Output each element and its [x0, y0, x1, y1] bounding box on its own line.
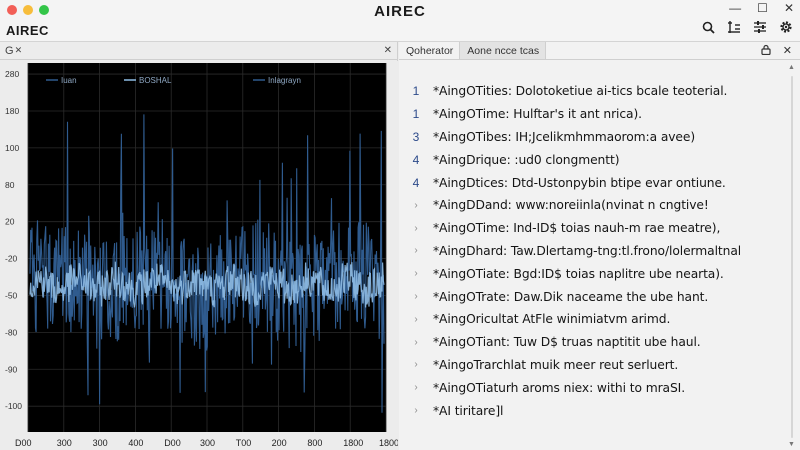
- y-tick-label: 80: [5, 180, 15, 190]
- plot-tab-bar: G ✕ ✕: [0, 42, 397, 60]
- scroll-down-icon[interactable]: ▼: [788, 441, 795, 448]
- log-row-text: *AingOricultat AtFle winimiatvm arimd.: [433, 312, 671, 327]
- log-row[interactable]: › *AingoTrarchlat muik meer reut serluert…: [399, 354, 784, 377]
- log-row[interactable]: › *AI tiritare]l: [399, 399, 784, 422]
- log-tab-bar: Qoherator Aone ncce tcas ✕: [399, 42, 800, 60]
- log-row-text: *AingDtices: Dtd-Ustonpybin btipe evar o…: [433, 175, 726, 190]
- log-row-text: *AingOTrate: Daw.Dik naceame the ube han…: [433, 289, 709, 304]
- expand-arrow-icon[interactable]: ›: [399, 200, 433, 211]
- log-row-number: 3: [412, 129, 420, 144]
- log-row[interactable]: › *AingDhard: Taw.Dlertamg-tng:tl.frono/l…: [399, 240, 784, 263]
- log-row-text: *AingOTime: Hulftar's it ant nrica).: [433, 107, 642, 122]
- log-row-text: *AingOTities: Dolotoketiue ai-tics bcale…: [433, 84, 728, 99]
- y-tick-label: -90: [5, 364, 18, 374]
- expand-arrow-icon[interactable]: ›: [399, 337, 433, 348]
- log-row[interactable]: 1 *AingOTities: Dolotoketiue ai-tics bcal…: [399, 80, 784, 103]
- lock-icon[interactable]: [761, 44, 771, 59]
- log-row[interactable]: 4 *AingDrique: :ud0 clongmentt): [399, 148, 784, 171]
- sliders-icon[interactable]: [752, 19, 768, 35]
- plot-area[interactable]: 280 180 100 80 20 -20 -50 -80 -90 -100 D00 300 300 40…: [0, 61, 398, 450]
- log-panel-close-icon[interactable]: ✕: [783, 44, 792, 59]
- plot-tab-close-icon[interactable]: ✕: [15, 45, 23, 56]
- log-row-number: 1: [412, 84, 420, 99]
- x-tick-label: 1800: [343, 438, 363, 448]
- close-icon[interactable]: ✕: [784, 1, 794, 15]
- log-row-number: 1: [412, 107, 420, 122]
- log-row[interactable]: › *AingOTrate: Daw.Dik naceame the ube ha…: [399, 285, 784, 308]
- plot-panel-close-icon[interactable]: ✕: [384, 45, 392, 56]
- log-list: 1 *AingOTities: Dolotoketiue ai-tics bcal…: [399, 80, 784, 422]
- log-row-text: *AingOTiate: Bgd:ID$ toias naplitre ube …: [433, 266, 724, 281]
- log-row[interactable]: 3 *AingOTibes: IH;Jcelikmhmmaorom:a avee): [399, 126, 784, 149]
- x-tick-label: 400: [128, 438, 143, 448]
- log-scrollbar[interactable]: ▲ ▼: [788, 62, 796, 448]
- expand-arrow-icon[interactable]: ›: [399, 245, 433, 256]
- log-row[interactable]: › *AingOTime: Ind-ID$ toias nauh-m rae me…: [399, 217, 784, 240]
- toolbar: [700, 19, 794, 35]
- app-name: AIREC: [6, 23, 49, 38]
- y-tick-label: 100: [5, 143, 19, 153]
- log-row-text: *AingOTime: Ind-ID$ toias nauh-m rae mea…: [433, 221, 721, 236]
- log-row[interactable]: 1 *AingOTime: Hulftar's it ant nrica).: [399, 103, 784, 126]
- log-row-text: *AI tiritare]l: [433, 403, 504, 418]
- log-row-text: *AingDDand: www:noreiinla(nvinat n cngti…: [433, 198, 709, 213]
- scroll-up-icon[interactable]: ▲: [788, 64, 795, 71]
- y-tick-label: 180: [5, 106, 19, 116]
- window-title: AIREC: [374, 3, 426, 20]
- log-panel: Qoherator Aone ncce tcas ✕ 1 *AingOTities…: [399, 42, 800, 450]
- y-tick-label: 20: [5, 217, 15, 227]
- expand-arrow-icon[interactable]: ›: [399, 291, 433, 302]
- y-tick-label: -80: [5, 327, 18, 337]
- y-tick-label: 280: [5, 69, 19, 79]
- log-row[interactable]: › *AingOricultat AtFle winimiatvm arimd.: [399, 308, 784, 331]
- log-row-number: 4: [412, 175, 420, 190]
- x-tick-label: 800: [307, 438, 322, 448]
- x-tick-label: 300: [200, 438, 215, 448]
- log-row-text: *AingDrique: :ud0 clongmentt): [433, 152, 620, 167]
- x-tick-label: D00: [164, 438, 181, 448]
- expand-arrow-icon[interactable]: ›: [399, 405, 433, 416]
- log-row-text: *AingOTiant: Tuw D$ truas naptitit ube h…: [433, 335, 701, 350]
- legend-label: Iuan: [61, 76, 77, 85]
- expand-arrow-icon[interactable]: ›: [399, 268, 433, 279]
- expand-arrow-icon[interactable]: ›: [399, 314, 433, 325]
- gear-icon[interactable]: [778, 19, 794, 35]
- log-row-text: *AingDhard: Taw.Dlertamg-tng:tl.frono/lo…: [433, 243, 742, 258]
- log-row-number: 4: [412, 152, 420, 167]
- x-tick-label: T00: [236, 438, 252, 448]
- log-row[interactable]: › *AingDDand: www:noreiinla(nvinat n cngt…: [399, 194, 784, 217]
- log-row[interactable]: 4 *AingDtices: Dtd-Ustonpybin btipe evar …: [399, 171, 784, 194]
- log-row[interactable]: › *AingOTiaturh aroms niex: withi to mraS…: [399, 376, 784, 399]
- y-tick-label: -100: [5, 401, 22, 411]
- log-row-text: *AingOTiaturh aroms niex: withi to mraSI…: [433, 380, 686, 395]
- expand-arrow-icon[interactable]: ›: [399, 382, 433, 393]
- x-tick-label: 1800: [379, 438, 398, 448]
- x-tick-label: 300: [93, 438, 108, 448]
- expand-arrow-icon[interactable]: ›: [399, 359, 433, 370]
- y-tick-label: -50: [5, 290, 18, 300]
- window-controls: — ☐ ✕: [729, 1, 794, 15]
- filter-icon[interactable]: [726, 19, 742, 35]
- scrollbar-track[interactable]: [791, 76, 793, 438]
- x-tick-label: 300: [57, 438, 72, 448]
- legend-label: Inlagrayn: [268, 76, 301, 85]
- expand-arrow-icon[interactable]: ›: [399, 223, 433, 234]
- x-tick-label: D00: [15, 438, 32, 448]
- x-tick-label: 200: [272, 438, 287, 448]
- log-row[interactable]: › *AingOTiant: Tuw D$ truas naptitit ube …: [399, 331, 784, 354]
- legend-label: BOSHAL: [139, 76, 172, 85]
- log-row[interactable]: › *AingOTiate: Bgd:ID$ toias naplitre ube…: [399, 262, 784, 285]
- tab-generator[interactable]: Qoherator: [399, 42, 459, 59]
- title-bar: AIREC AIREC — ☐ ✕: [0, 0, 800, 42]
- y-tick-label: -20: [5, 254, 18, 264]
- log-row-text: *AingOTibes: IH;Jcelikmhmmaorom:a avee): [433, 129, 696, 144]
- minimize-icon[interactable]: —: [729, 1, 741, 15]
- log-row-text: *AingoTrarchlat muik meer reut serluert.: [433, 357, 679, 372]
- plot-panel: G ✕ ✕ 280 180 100 80 20 -20 -50 -80 -90 -100 D00 30…: [0, 42, 398, 450]
- maximize-icon[interactable]: ☐: [757, 1, 768, 15]
- search-icon[interactable]: [700, 19, 716, 35]
- tab-active-log[interactable]: Aone ncce tcas: [459, 42, 547, 59]
- signal-chart[interactable]: 280 180 100 80 20 -20 -50 -80 -90 -100 D00 300 300 40…: [0, 61, 398, 450]
- plot-tab-label[interactable]: G: [5, 45, 14, 57]
